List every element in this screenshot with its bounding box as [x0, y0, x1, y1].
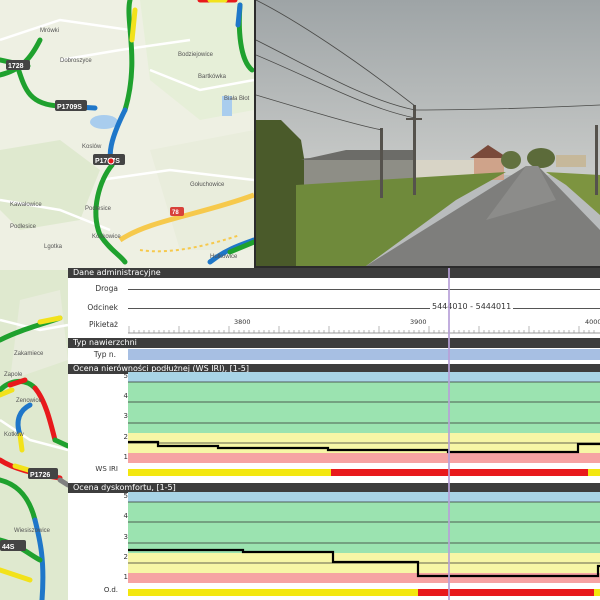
grade-segment-bar	[588, 469, 600, 476]
badge-text: 44S	[2, 544, 15, 551]
place-label: Kośkowice	[92, 234, 121, 240]
typ-label: Typ n.	[93, 350, 116, 359]
comfort-level-3: 3	[123, 533, 128, 541]
odcinek-line	[128, 308, 600, 309]
place-label: Bartkówka	[198, 74, 227, 80]
surface-type-bar	[128, 349, 600, 360]
comfort-level-2: 2	[123, 553, 128, 561]
band-grade-4	[128, 382, 600, 413]
badge-text: 78	[172, 210, 179, 216]
house	[556, 155, 586, 167]
droga-line	[128, 289, 600, 290]
iri-level-4: 4	[123, 392, 128, 400]
road-profile-panel[interactable]: Dane administracyjne Droga Odcinek 54440…	[68, 268, 600, 600]
iri-row-label: WS IRI	[95, 465, 118, 473]
sky	[256, 0, 600, 175]
grade-segment-bar	[594, 589, 600, 596]
grade-segment-bar	[331, 469, 448, 476]
tree	[501, 151, 521, 169]
tree	[527, 148, 555, 168]
grade-segment-bar	[418, 589, 444, 596]
odcinek-label: Odcinek	[87, 303, 118, 312]
comfort-level-4: 4	[123, 512, 128, 520]
place-label: Wiesiszowice	[14, 528, 51, 534]
place-label: Podlesice	[85, 206, 112, 212]
lake	[90, 115, 118, 129]
street-scene	[256, 0, 600, 266]
odcinek-value: 5444010 - 5444011	[430, 302, 514, 311]
street-view-photo	[256, 0, 600, 266]
place-label: Zakamiece	[14, 351, 44, 357]
comfort-chart-plot	[128, 492, 600, 596]
iri-level-1: 1	[123, 453, 128, 461]
band-grade-4	[128, 502, 600, 533]
place-label: Bodziejowice	[178, 52, 214, 58]
pikietaz-ruler	[128, 326, 600, 334]
place-label: Mrówki	[40, 28, 59, 34]
place-label: Podlesice	[10, 224, 37, 230]
band-grade-1	[128, 573, 600, 583]
place-label: Zapole	[4, 372, 23, 378]
place-label: Kotków	[4, 432, 24, 438]
band-grade-5	[128, 372, 600, 382]
place-label: Biała Błot	[224, 96, 250, 102]
band-grade-5	[128, 492, 600, 502]
place-label: Hułkowice	[210, 254, 238, 260]
pikietaz-label: Pikietaż	[89, 320, 118, 329]
grade-segment-bar	[128, 469, 331, 476]
place-label: Dobroszyce	[60, 58, 92, 64]
position-cursor[interactable]	[448, 268, 450, 600]
comfort-level-1: 1	[123, 573, 128, 581]
comfort-level-5: 5	[123, 492, 128, 500]
iri-chart-plot	[128, 372, 600, 476]
iri-level-3: 3	[123, 412, 128, 420]
place-label: Gołuchowice	[190, 182, 225, 188]
section-header-admin: Dane administracyjne	[68, 268, 600, 278]
iri-level-2: 2	[123, 433, 128, 441]
grade-segment-bar	[448, 469, 588, 476]
utility-pole	[595, 125, 598, 195]
pole-crossbar	[406, 118, 422, 120]
comfort-row-label: O.d.	[103, 586, 118, 594]
grade-segment-bar	[128, 589, 418, 596]
droga-label: Droga	[95, 284, 118, 293]
utility-pole	[380, 128, 383, 198]
place-label: Zenowice	[16, 398, 42, 404]
iri-level-5: 5	[123, 372, 128, 380]
badge-text: 1728	[8, 63, 24, 70]
band-grade-1	[128, 453, 600, 463]
section-header-surface: Typ nawierzchni	[68, 338, 600, 348]
place-label: Koslów	[82, 144, 102, 150]
place-label: Lgotka	[44, 244, 63, 250]
badge-text: P1726	[30, 472, 50, 479]
place-label: Kawałowice	[10, 202, 42, 208]
badge-text: P1709S	[57, 104, 82, 111]
location-marker-icon	[107, 157, 115, 165]
grade-segment-bar	[444, 589, 594, 596]
